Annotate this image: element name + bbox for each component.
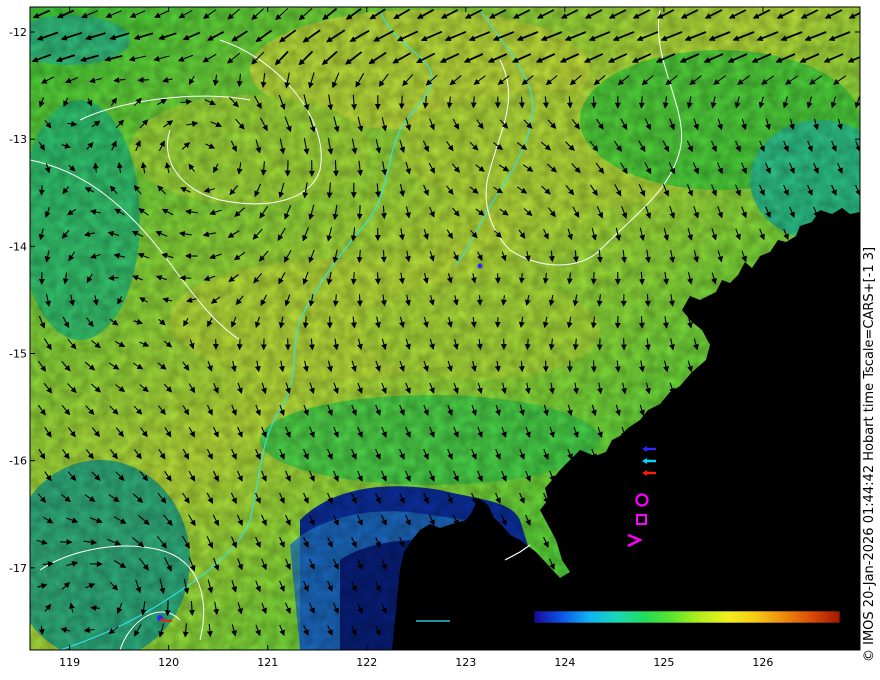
velocity-arrow <box>620 338 627 351</box>
date-label: 08-Jul-2024 <box>741 316 816 331</box>
credit-text: © IMOS 20-Jan-2026 01:44:42 Hobart time … <box>862 246 877 662</box>
velocity-arrow <box>137 77 150 84</box>
anmn-title: ANMN 12h av. <box>641 419 715 431</box>
velocity-arrow <box>380 250 387 263</box>
lat-tick-label-3: -15 <box>9 348 27 361</box>
velocity-arrow <box>518 96 525 109</box>
colorbar-label-6: 30 <box>808 627 822 640</box>
mooring-current <box>159 619 173 622</box>
colorbar-title: Temperature (°C) NOAA 18 11% ql>=4 <box>577 595 803 609</box>
altimetry-line-4: 08 Jul 15Z <box>741 400 794 412</box>
colorbar-label-1: 25 <box>595 627 609 640</box>
velocity-arrow <box>476 295 483 306</box>
colorbar-label-4: 28 <box>723 627 737 640</box>
colorbar-label-5: 29 <box>765 627 779 640</box>
drifter-label: drifter <box>647 535 680 547</box>
isobath-legend-label: 200 1000m <box>416 606 476 618</box>
velocity-arrow <box>590 360 597 373</box>
ocean-current-map: 119 120 121 122 123 124 125 126 -12 -13 -14 -15 -16… <box>9 6 861 669</box>
colorbar-label-3: 27 <box>680 627 694 640</box>
velocity-arrow <box>638 316 645 329</box>
lon-tick-label-5: 124 <box>554 656 575 669</box>
lat-tick-label-4: -16 <box>9 455 27 468</box>
lat-tick-label-2: -14 <box>9 240 27 253</box>
colorbar-bar <box>533 610 841 624</box>
lon-tick-label-4: 123 <box>455 656 476 669</box>
velocity-arrow <box>374 272 381 285</box>
anmn-label-1: 30 80m <box>662 444 702 456</box>
lon-tick-label-3: 122 <box>356 656 377 669</box>
map-plot-area <box>30 7 860 650</box>
lon-tick-label-0: 119 <box>59 656 80 669</box>
altimetry-line-2: (0.1m contours) <box>741 374 825 386</box>
lon-tick-label-1: 120 <box>158 656 179 669</box>
mooring-marker-2 <box>477 263 483 269</box>
velocity-arrow <box>398 95 405 110</box>
velocity-arrow <box>590 272 597 285</box>
lon-tick-label-2: 121 <box>257 656 278 669</box>
anmn-label-2: 80 150m <box>662 456 709 468</box>
colorbar-label-2: 26 <box>638 627 652 640</box>
anmn-label-3: 150 300m <box>662 468 716 480</box>
velocity-arrow <box>494 273 501 284</box>
fs-label: FS 0 <box>654 515 677 527</box>
velocity-arrow <box>590 96 597 109</box>
colorbar-label-0: 24 <box>553 627 567 640</box>
altimetry-line-5: 0.5m/s (1kt 24h) <box>741 413 829 425</box>
altimetry-line-1: Altimetric sealevel <box>741 361 839 373</box>
velocity-arrow <box>356 294 363 307</box>
altimetry-line-3: and velocity for <box>741 387 824 399</box>
argo-label: Argo 0 <box>654 495 688 507</box>
velocity-arrow <box>356 205 363 220</box>
velocity-arrow <box>90 605 101 612</box>
lat-tick-label-1: -13 <box>9 133 27 146</box>
lat-tick-label-0: -12 <box>9 26 27 39</box>
anmn-label-0: 0 30m <box>662 432 696 444</box>
lat-tick-label-5: -17 <box>9 562 27 575</box>
time-label: 15:35Z <box>756 332 802 347</box>
lon-tick-label-7: 126 <box>752 656 773 669</box>
lon-tick-label-6: 125 <box>653 656 674 669</box>
velocity-arrow <box>164 600 171 617</box>
velocity-arrow <box>38 185 45 196</box>
